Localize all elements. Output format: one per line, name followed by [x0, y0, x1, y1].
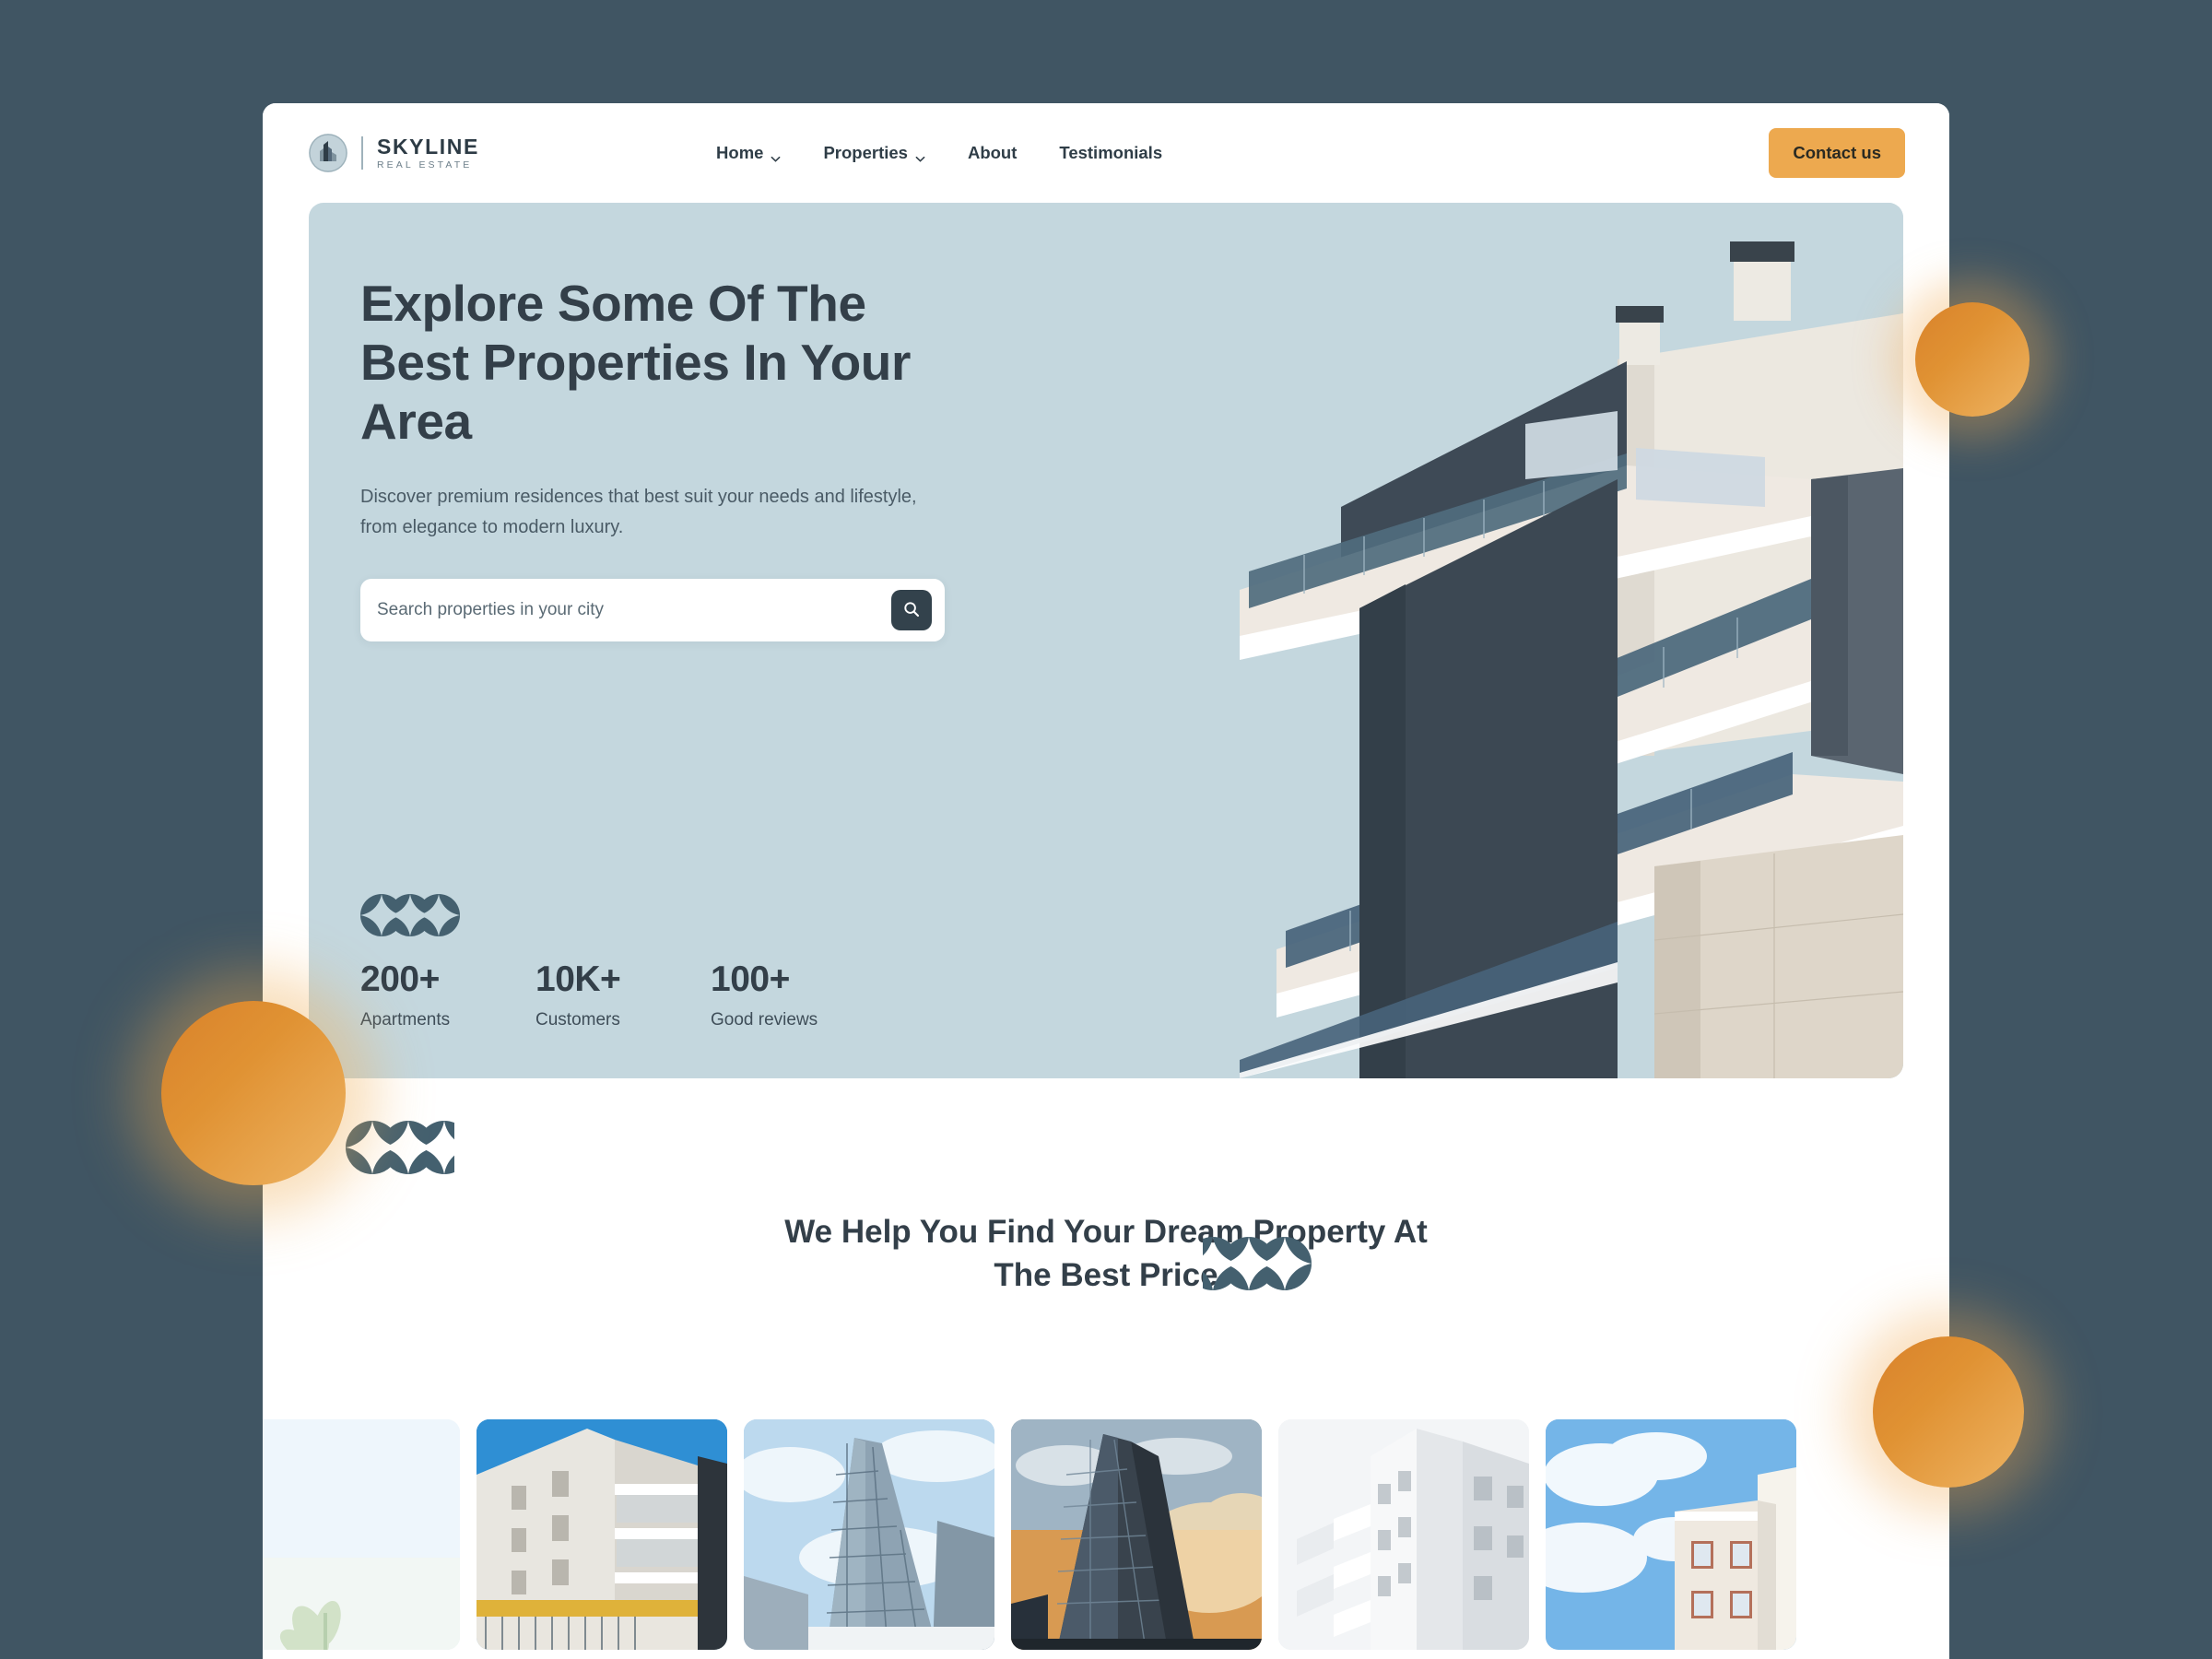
contact-us-button[interactable]: Contact us: [1769, 128, 1905, 178]
orange-circle-top-right: [1915, 302, 2030, 417]
search-button[interactable]: [891, 590, 932, 631]
brand-subtitle: REAL ESTATE: [377, 159, 473, 171]
page-title: Explore Some Of The Best Properties In Y…: [360, 275, 911, 450]
hero-section: Explore Some Of The Best Properties In Y…: [309, 203, 1903, 1078]
chevron-down-icon: [771, 148, 781, 162]
stat-item: 100+ Good reviews: [711, 961, 886, 1030]
orange-circle-left: [161, 1001, 346, 1185]
stat-value: 100+: [711, 959, 790, 999]
nav-item-properties[interactable]: Properties: [823, 143, 925, 163]
building-circle-icon: [309, 134, 347, 172]
property-thumb-2[interactable]: [477, 1419, 727, 1650]
nav-item-home[interactable]: Home: [716, 143, 781, 163]
property-thumb-5[interactable]: [1278, 1419, 1529, 1650]
hero-copy: Explore Some Of The Best Properties In Y…: [360, 275, 987, 642]
brand-divider: [361, 136, 363, 170]
property-gallery: [263, 1419, 1949, 1650]
search-icon: [902, 600, 921, 621]
property-thumb-4[interactable]: [1011, 1419, 1262, 1650]
search-input[interactable]: [377, 600, 891, 621]
nav-item-label: Testimonials: [1059, 143, 1163, 162]
star-circles-motif: [360, 894, 886, 941]
nav-item-label: Properties: [823, 143, 908, 162]
hero-stats: 200+ Apartments 10K+ Customers 100+ Good…: [360, 894, 886, 1030]
star-circles-motif-right: [1186, 1237, 1312, 1295]
nav-item-about[interactable]: About: [968, 143, 1017, 163]
property-thumb-1[interactable]: [263, 1419, 460, 1650]
chevron-down-icon: [915, 148, 925, 162]
navbar: SKYLINE REAL ESTATE Home Properties Abou…: [263, 103, 1949, 203]
stat-value: 10K+: [535, 959, 621, 999]
stats-row: 200+ Apartments 10K+ Customers 100+ Good…: [360, 961, 886, 1030]
hero-building-image: [1221, 203, 1903, 1078]
stat-item: 10K+ Customers: [535, 961, 711, 1030]
brand-logo[interactable]: SKYLINE REAL ESTATE: [309, 134, 479, 172]
section-title: We Help You Find Your Dream Property At …: [784, 1214, 1428, 1293]
website-frame: SKYLINE REAL ESTATE Home Properties Abou…: [263, 103, 1949, 1659]
brand-name: SKYLINE: [377, 134, 479, 159]
stat-label: Good reviews: [711, 1010, 818, 1030]
stat-value: 200+: [360, 959, 440, 999]
orange-circle-bottom-right: [1873, 1336, 2024, 1488]
dream-property-section: We Help You Find Your Dream Property At …: [263, 1078, 1949, 1419]
stat-item: 200+ Apartments: [360, 961, 535, 1030]
hero-subtitle: Discover premium residences that best su…: [360, 487, 917, 537]
stat-label: Apartments: [360, 1010, 451, 1030]
nav-item-label: About: [967, 143, 1018, 162]
stat-label: Customers: [535, 1010, 620, 1030]
nav-links: Home Properties About Testimonials: [716, 143, 1162, 163]
nav-item-label: Home: [716, 143, 764, 162]
property-thumb-3[interactable]: [744, 1419, 994, 1650]
property-thumb-6[interactable]: [1546, 1419, 1796, 1650]
search-bar: [360, 579, 945, 642]
star-circles-motif-left: [346, 1121, 471, 1179]
nav-item-testimonials[interactable]: Testimonials: [1059, 143, 1162, 163]
